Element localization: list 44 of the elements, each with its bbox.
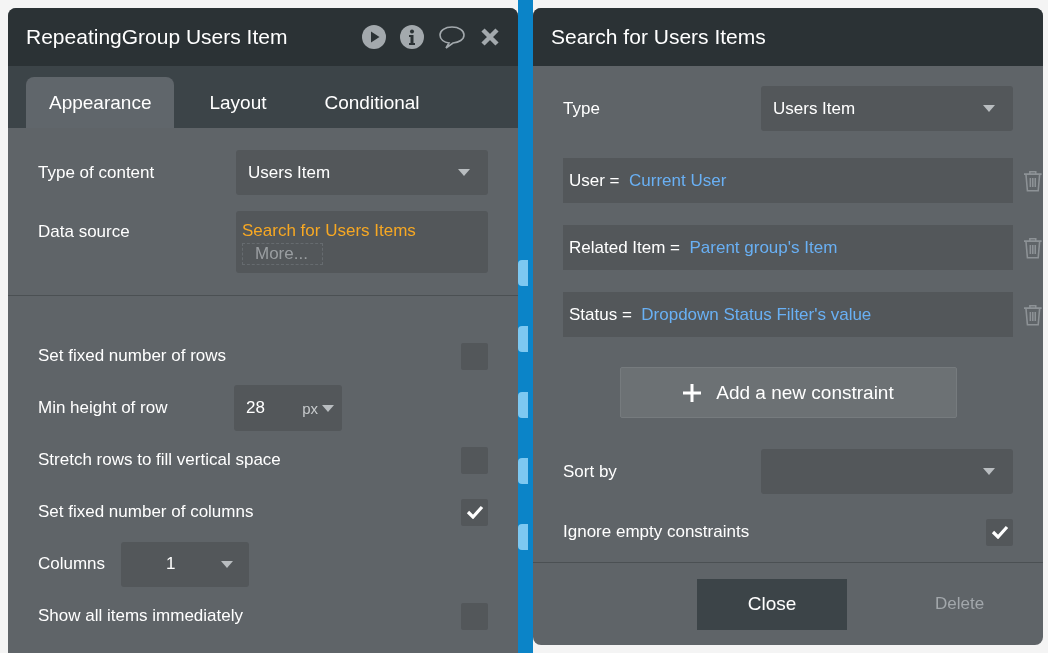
columns-dropdown[interactable]: 1 — [121, 541, 250, 587]
trash-icon[interactable] — [1023, 236, 1043, 259]
info-icon[interactable] — [400, 25, 424, 49]
field-label: Data source — [38, 222, 131, 242]
caret-icon — [221, 560, 234, 568]
constraint-field[interactable]: Status = Dropdown Status Filter's value — [563, 292, 1014, 337]
check-icon — [990, 525, 1009, 539]
tab[interactable]: Layout — [186, 77, 290, 128]
trash-icon[interactable] — [1023, 169, 1043, 192]
plus-icon — [682, 382, 703, 403]
setting-label: Show all items immediately — [38, 606, 244, 626]
constraint-field[interactable]: Related Item = Parent group's Item — [563, 225, 1014, 270]
setting-label: Min height of row — [38, 398, 169, 418]
setting-label: Set fixed number of rows — [38, 346, 228, 366]
field-label: Sort by — [563, 461, 618, 482]
setting-label: Set fixed number of columns — [38, 502, 255, 522]
add-constraint-button[interactable]: Add a new constraint — [619, 367, 957, 418]
checkbox[interactable] — [461, 498, 488, 526]
tab[interactable]: Appearance — [26, 77, 175, 128]
field-label: Ignore empty constraints — [563, 522, 751, 542]
type-dropdown[interactable]: Users Item — [236, 150, 488, 195]
trash-icon[interactable] — [1023, 303, 1043, 326]
checkbox[interactable] — [986, 518, 1013, 546]
field-label: Type of content — [38, 162, 156, 183]
data-source-field[interactable]: Search for Users Items More... — [236, 211, 488, 273]
panel-title: RepeatingGroup Users Item — [26, 25, 289, 49]
close-icon[interactable] — [480, 27, 500, 47]
setting-label: Columns — [38, 554, 106, 574]
check-icon — [465, 505, 484, 519]
tab[interactable]: Conditional — [301, 77, 443, 128]
play-icon[interactable] — [362, 25, 386, 49]
caret-icon — [983, 468, 995, 475]
close-button[interactable]: Close — [697, 578, 847, 630]
number-field[interactable]: 28 px — [234, 385, 342, 431]
type-dropdown[interactable]: Users Item — [761, 86, 1013, 131]
sort-dropdown[interactable] — [761, 449, 1013, 494]
setting-label: Stretch rows to fill vertical space — [38, 450, 282, 470]
caret-icon — [322, 404, 334, 412]
constraint-field[interactable]: User = Current User — [563, 158, 1014, 203]
caret-icon — [983, 105, 995, 112]
field-label: Type — [563, 98, 601, 119]
comment-icon[interactable] — [438, 25, 466, 49]
caret-icon — [458, 169, 470, 176]
panel-title: Search for Users Items — [551, 25, 767, 49]
